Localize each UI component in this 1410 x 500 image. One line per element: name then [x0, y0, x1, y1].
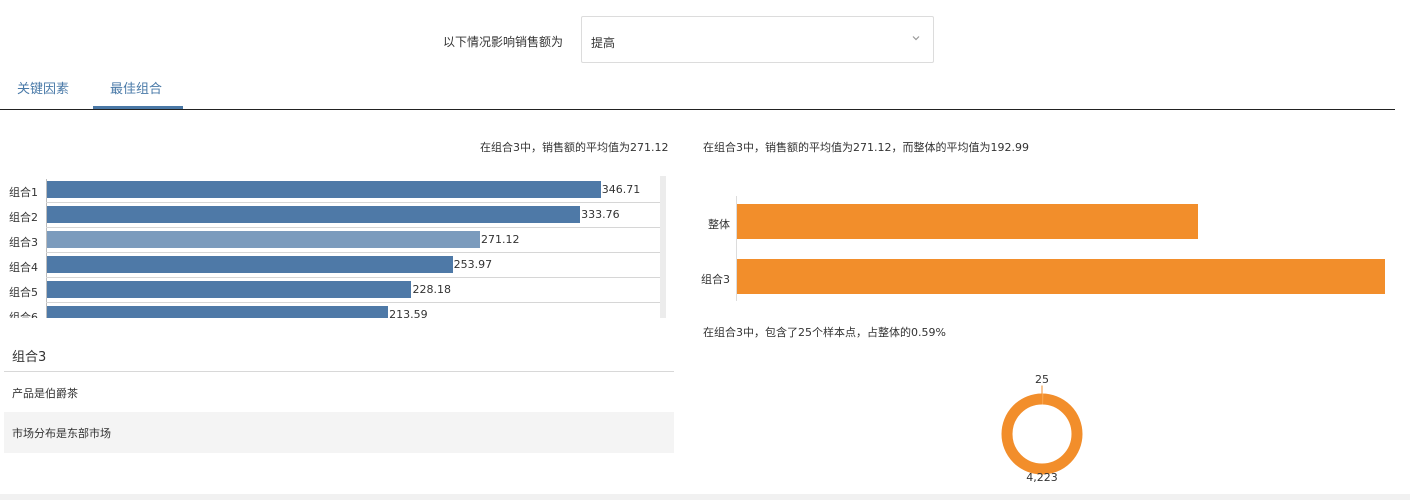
donut-label-combination: 25 — [1035, 373, 1049, 386]
left-chart-title: 在组合3中，销售额的平均值为271.12 — [480, 141, 669, 154]
impact-select[interactable]: 提高 — [581, 16, 934, 63]
row-divider — [46, 302, 660, 303]
compare-chart-title: 在组合3中，销售额的平均值为271.12，而整体的平均值为192.99 — [703, 141, 1029, 154]
category-label: 组合5 — [9, 286, 38, 299]
bar[interactable] — [47, 281, 412, 298]
row-divider — [46, 252, 660, 253]
donut-slice-rest[interactable] — [1001, 393, 1083, 475]
combination-bar-chart[interactable]: 组合1 346.71 组合2 333.76 组合3 271.12 组合4 253.97 组合5 2… — [0, 176, 668, 318]
row-divider — [46, 227, 660, 228]
filter-row: 以下情况影响销售额为 提高 — [0, 16, 1410, 63]
compare-bar-chart: 整体组合3 — [690, 196, 1400, 306]
detail-text: 市场分布是东部市场 — [12, 427, 111, 440]
compare-category-label: 整体 — [708, 218, 730, 231]
category-label: 组合1 — [9, 186, 38, 199]
footer-strip — [0, 494, 1410, 500]
row-divider — [46, 277, 660, 278]
bar-value-label: 271.12 — [481, 233, 520, 246]
category-label: 组合6 — [9, 311, 38, 318]
detail-text: 产品是伯爵茶 — [12, 387, 78, 400]
chart-scrollbar[interactable] — [660, 176, 666, 318]
detail-row: 市场分布是东部市场 — [4, 412, 674, 453]
bar-value-label: 213.59 — [389, 308, 428, 318]
detail-row: 产品是伯爵茶 — [4, 372, 674, 413]
detail-title: 组合3 — [12, 350, 47, 365]
row-divider — [46, 202, 660, 203]
compare-bar[interactable] — [737, 204, 1199, 239]
tab-key-factors[interactable]: 关键因素 — [17, 78, 69, 97]
bar-value-label: 228.18 — [412, 283, 451, 296]
bar[interactable] — [47, 306, 389, 318]
bar[interactable] — [47, 181, 601, 198]
donut-svg: 25 4,223 — [1001, 373, 1083, 484]
chevron-down-icon — [912, 36, 920, 41]
active-tab-indicator — [93, 106, 183, 109]
category-label: 组合2 — [9, 211, 38, 224]
impact-select-value: 提高 — [591, 36, 616, 50]
bar[interactable] — [47, 256, 453, 273]
bar[interactable] — [47, 206, 581, 223]
bar-value-label: 346.71 — [601, 183, 641, 196]
sample-donut-chart: 25 4,223 — [990, 372, 1094, 484]
sample-chart-title: 在组合3中，包含了25个样本点，占整体的0.59% — [703, 326, 946, 339]
compare-bar[interactable] — [737, 259, 1385, 294]
tab-best-combination[interactable]: 最佳组合 — [110, 78, 162, 97]
donut-label-total: 4,223 — [1026, 471, 1058, 484]
filter-label: 以下情况影响销售额为 — [443, 35, 564, 49]
compare-category-label: 组合3 — [701, 273, 730, 286]
bar-value-label: 333.76 — [581, 208, 620, 221]
tab-bar: 关键因素 最佳组合 — [0, 70, 1395, 110]
category-label: 组合3 — [9, 236, 38, 249]
bar[interactable] — [47, 231, 481, 248]
bar-value-label: 253.97 — [453, 258, 493, 271]
category-label: 组合4 — [9, 261, 38, 274]
